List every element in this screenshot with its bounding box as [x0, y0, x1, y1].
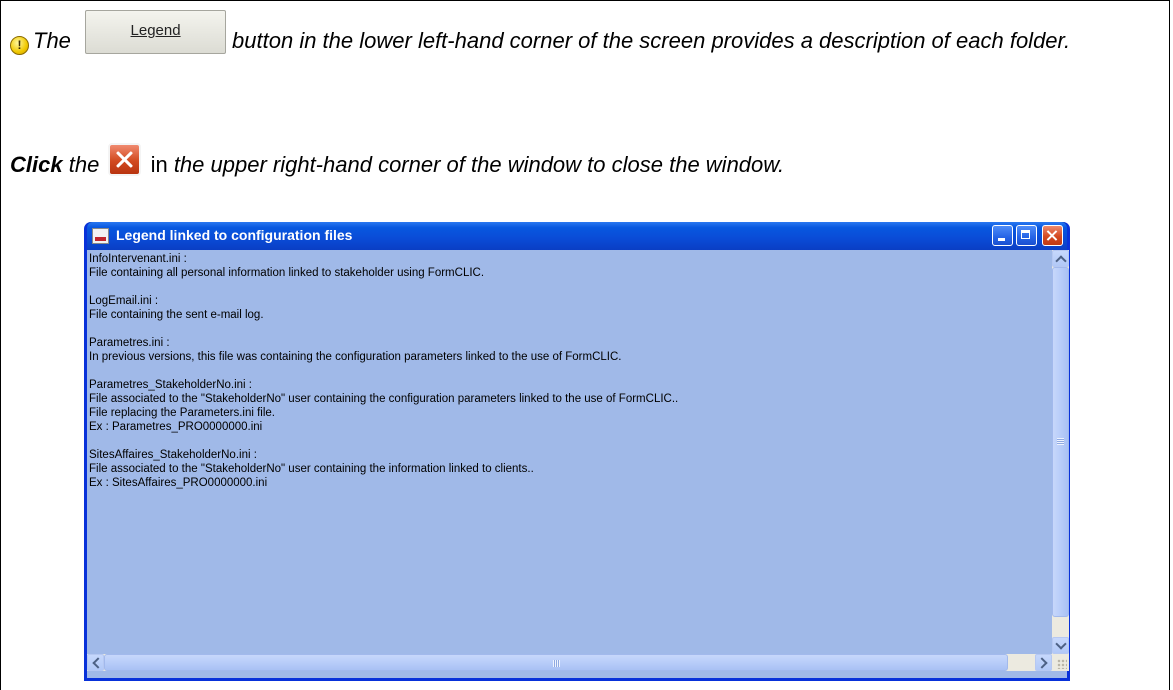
formclic-app-icon[interactable]	[92, 228, 109, 244]
minimize-button[interactable]	[992, 225, 1013, 246]
resize-grip[interactable]	[1052, 654, 1069, 671]
text-line: File associated to the "StakeholderNo" u…	[89, 463, 534, 475]
close-button[interactable]	[1042, 225, 1063, 246]
close-instruction-rest: the upper right-hand corner of the windo…	[173, 152, 785, 177]
instruction-prefix: The	[33, 27, 71, 53]
legend-instruction: ! The Legend button in the lower left-hand…	[10, 10, 1110, 64]
legend-button-label: Legend	[130, 22, 181, 39]
text-line: SitesAffaires_StakeholderNo.ini :	[89, 449, 257, 461]
close-icon	[108, 143, 142, 176]
legend-button-illustration: Legend	[85, 10, 227, 54]
text-line: Parametres_StakeholderNo.ini :	[89, 379, 252, 391]
legend-text-area[interactable]: InfoIntervenant.ini : File containing all…	[89, 252, 1051, 641]
scroll-left-button[interactable]	[87, 654, 104, 671]
text-line: File containing the sent e-mail log.	[89, 309, 264, 321]
click-word: Click	[10, 152, 63, 177]
warning-icon: !	[10, 35, 29, 55]
vertical-scroll-thumb[interactable]	[1052, 267, 1069, 617]
text-line: Ex : SitesAffaires_PRO0000000.ini	[89, 477, 268, 489]
text-line: File containing all personal information…	[89, 267, 485, 279]
the-word: the	[68, 152, 100, 177]
text-line: File replacing the Parameters.ini file.	[89, 407, 275, 419]
maximize-button[interactable]	[1016, 225, 1037, 246]
close-instruction: Click the in the upper right-hand corner…	[10, 143, 784, 180]
text-line: In previous versions, this file was cont…	[89, 351, 622, 363]
text-line: Ex : Parametres_PRO0000000.ini	[89, 421, 263, 433]
horizontal-scroll-thumb[interactable]	[104, 654, 1008, 671]
window-title: Legend linked to configuration files	[116, 227, 353, 243]
text-line: Parametres.ini :	[89, 337, 170, 349]
scroll-up-button[interactable]	[1052, 250, 1069, 267]
text-line: InfoIntervenant.ini :	[89, 253, 187, 265]
legend-window: Legend linked to configuration files Inf…	[84, 222, 1070, 681]
scroll-right-button[interactable]	[1035, 654, 1052, 671]
text-line: LogEmail.ini :	[89, 295, 159, 307]
in-word: in	[150, 152, 168, 177]
scroll-down-button[interactable]	[1052, 637, 1069, 654]
title-bar[interactable]: Legend linked to configuration files	[87, 222, 1067, 250]
instruction-rest: button in the lower left-hand corner of …	[232, 27, 1071, 53]
text-line: File associated to the "StakeholderNo" u…	[89, 393, 679, 405]
window-client-area: InfoIntervenant.ini : File containing all…	[87, 250, 1069, 678]
horizontal-scrollbar[interactable]	[87, 654, 1052, 671]
vertical-scrollbar[interactable]	[1052, 250, 1069, 654]
